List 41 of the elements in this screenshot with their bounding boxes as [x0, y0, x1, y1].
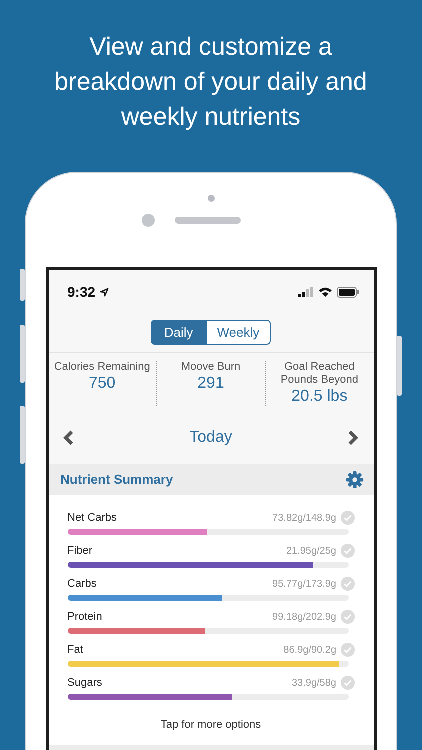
stat-value: 20.5 lbs — [292, 388, 348, 406]
check-icon — [340, 643, 354, 657]
nutrient-name: Fat — [68, 644, 84, 656]
nutrient-name: Protein — [68, 611, 104, 623]
stat-label: Calories Remaining — [53, 361, 152, 374]
battery-icon — [336, 286, 360, 298]
stat-label: Goal Reached Pounds Beyond — [280, 361, 360, 387]
view-tab[interactable]: Weekly — [206, 320, 271, 345]
wifi-icon — [318, 286, 332, 298]
nutrient-reading: 33.9g/58g — [292, 678, 336, 688]
nutrient-reading: 21.95g/25g — [286, 546, 336, 556]
speaker-icon — [174, 217, 240, 224]
stat-value: 750 — [88, 375, 116, 393]
status-time: 9:32 — [68, 284, 96, 300]
nutrient-name: Fiber — [68, 545, 94, 557]
next-day-icon[interactable] — [347, 430, 360, 446]
check-icon — [340, 577, 354, 591]
check-icon — [340, 610, 354, 624]
view-tab[interactable]: Daily — [151, 320, 206, 345]
signal-icon — [298, 287, 314, 297]
nutrient-reading: 95.77g/173.9g — [272, 578, 336, 590]
nutrient-name: Sugars — [68, 677, 104, 689]
location-arrow-icon — [100, 288, 109, 296]
camera-icon — [142, 214, 154, 227]
nutrient-name: Carbs — [68, 578, 98, 590]
sensor-icon — [208, 195, 214, 202]
headline: View and customize a breakdown of your daily and weekly nutrients — [54, 32, 368, 133]
settings-icon[interactable] — [346, 470, 364, 488]
nutrient-reading: 73.82g/148.9g — [272, 512, 336, 524]
stat-label: Moove Burn — [180, 361, 242, 374]
nutrient-reading: 99.18g/202.9g — [272, 612, 336, 622]
check-icon — [340, 676, 354, 690]
check-icon — [340, 544, 354, 558]
nutrient-reading: 86.9g/90.2g — [284, 644, 336, 656]
section-title: Nutrient Summary — [60, 472, 174, 487]
date-label: Today — [190, 429, 232, 447]
more-options-link[interactable]: Tap for more options — [156, 715, 266, 735]
stat-value: 291 — [198, 375, 224, 393]
nutrient-name: Net Carbs — [68, 512, 118, 524]
previous-day-icon[interactable] — [62, 430, 74, 446]
check-icon — [340, 511, 354, 525]
